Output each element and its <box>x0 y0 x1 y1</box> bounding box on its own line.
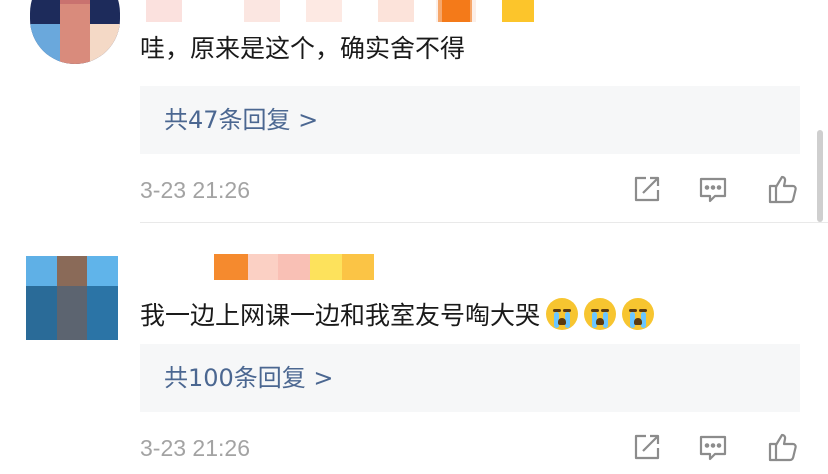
crying-emoji-icon <box>584 298 617 330</box>
timestamp: 3-23 21:26 <box>140 435 250 461</box>
share-icon[interactable] <box>630 430 664 464</box>
view-replies-button[interactable]: 共100条回复 > <box>140 344 800 412</box>
replies-count-label: 共47条回复 > <box>164 106 319 134</box>
comment-item: 我一边上网课一边和我室友号啕大哭 共100条回复 > 3-23 21:26 <box>0 222 828 474</box>
comment-icon[interactable] <box>696 430 730 464</box>
avatar[interactable] <box>30 0 120 64</box>
comment-text: 哇，原来是这个，确实舍不得 <box>140 34 466 63</box>
comment-text-content: 我一边上网课一边和我室友号啕大哭 <box>140 301 541 330</box>
comment-text: 我一边上网课一边和我室友号啕大哭 <box>140 298 655 333</box>
timestamp: 3-23 21:26 <box>140 177 250 203</box>
crying-emoji-icon <box>546 298 579 330</box>
like-icon[interactable] <box>766 172 800 206</box>
share-icon[interactable] <box>630 172 664 206</box>
like-icon[interactable] <box>766 430 800 464</box>
replies-count-label: 共100条回复 > <box>164 364 334 392</box>
comment-item: 哇，原来是这个，确实舍不得 共47条回复 > 3-23 21:26 <box>0 0 828 222</box>
crying-emoji-icon <box>622 298 655 330</box>
avatar[interactable] <box>26 256 118 340</box>
scrollbar[interactable] <box>817 130 823 222</box>
username-redacted[interactable] <box>146 0 546 22</box>
comment-icon[interactable] <box>696 172 730 206</box>
view-replies-button[interactable]: 共47条回复 > <box>140 86 800 154</box>
username-redacted[interactable] <box>214 254 384 280</box>
